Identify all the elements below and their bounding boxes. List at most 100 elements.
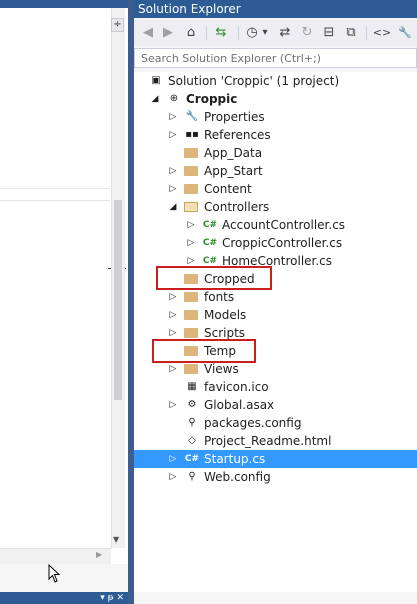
expand-arrow-icon[interactable]: ▷ [168,306,178,324]
editor-pane: ÷ ▼ ▶ ▾ ᵽ ✕ [0,0,128,604]
tree-item[interactable]: ◇ Project_Readme.html [134,432,417,450]
tree-item-label: References [204,128,271,142]
tree-item-label: CroppicController.cs [222,236,343,250]
split-editor-button[interactable]: ÷ [111,18,124,32]
tree-item-label: Models [204,308,247,322]
editor-divider [0,188,110,189]
tree-item-label: App_Data [204,146,263,160]
solution-icon: ▣ [151,75,161,86]
expand-arrow-icon[interactable]: ▷ [168,450,178,468]
tree-item-label: Controllers [204,200,270,214]
tree-item[interactable]: ▷ ⚲ Web.config [134,468,417,486]
tree-item[interactable]: ◢ ⊕ Croppic [134,90,417,108]
back-icon[interactable]: ◀ [140,24,156,42]
tree-item[interactable]: ▷ App_Start [134,162,417,180]
chevron-down-icon[interactable]: ▾ [260,24,270,42]
collapse-arrow-icon[interactable]: ◢ [168,198,178,216]
tree-item-label: Views [204,362,239,376]
tree-item[interactable]: ▷ ▪▪ References [134,126,417,144]
csharp-file-icon: C# [202,220,218,230]
tree-item[interactable]: ▷ C# AccountController.cs [134,216,417,234]
tree-item[interactable]: ▷ fonts [134,288,417,306]
folder-open-icon [184,202,198,212]
tree-item[interactable]: ▷ C# CroppicController.cs [134,234,417,252]
tree-item-label: Project_Readme.html [204,434,332,448]
tree-item[interactable]: App_Data [134,144,417,162]
tool-window-header: ▾ ᵽ ✕ [0,592,128,604]
editor-tab-strip [0,0,128,8]
mouse-cursor-icon [48,564,61,583]
folder-icon [184,364,198,374]
tree-item[interactable]: ⚲ packages.config [134,414,417,432]
wrench-icon[interactable]: 🔧 [396,24,414,42]
expand-arrow-icon[interactable]: ▷ [186,216,196,234]
tree-item-label: App_Start [204,164,263,178]
tree-item-label: Global.asax [204,398,275,412]
tree-item-label: packages.config [204,416,302,430]
tree-item[interactable]: ▷ Content [134,180,417,198]
expand-arrow-icon[interactable]: ▷ [168,288,178,306]
wrench-icon: 🔧 [185,111,199,122]
tree-item[interactable]: ▷ C# Startup.cs [134,450,417,468]
config-file-icon: ⚲ [188,471,196,482]
editor-horizontal-scrollbar[interactable] [0,548,111,564]
copy-icon[interactable]: ⧉ [342,24,360,42]
scroll-right-icon[interactable]: ▶ [96,550,102,559]
config-file-icon: ⚲ [188,417,196,428]
panel-title: Solution Explorer [134,0,417,18]
search-box [134,48,417,68]
tree-item-label: Web.config [204,470,271,484]
toolbar-separator [366,26,367,40]
expand-arrow-icon[interactable]: ▷ [168,468,178,486]
tree-item-label: Croppic [186,92,238,106]
tree-item-label: Startup.cs [204,452,266,466]
html-file-icon: ◇ [188,435,196,446]
window-controls[interactable]: ▾ ᵽ ✕ [100,593,124,603]
toolbar-separator [206,26,207,40]
home-icon[interactable]: ⌂ [182,24,200,42]
csharp-file-icon: C# [202,238,218,248]
forward-icon[interactable]: ▶ [160,24,176,42]
tree-item-label: Content [204,182,252,196]
expand-arrow-icon[interactable]: ▷ [186,234,196,252]
tree-item[interactable]: ▷ ⚙ Global.asax [134,396,417,414]
expand-arrow-icon[interactable]: ▷ [168,396,178,414]
csharp-file-icon: C# [184,454,200,464]
tree-item[interactable]: ▷ 🔧 Properties [134,108,417,126]
expand-arrow-icon[interactable]: ▷ [168,360,178,378]
expand-arrow-icon[interactable]: ▷ [168,108,178,126]
image-file-icon: ▦ [187,381,197,392]
tree-item-label: Properties [204,110,265,124]
tree-item[interactable]: ▷ Models [134,306,417,324]
folder-icon [184,292,198,302]
folder-icon [184,328,198,338]
folder-icon [184,166,198,176]
search-input[interactable] [135,49,387,67]
solution-tree: ▣ Solution 'Croppic' (1 project) ◢ ⊕ Croppic… [134,72,417,592]
output-area [0,564,128,592]
tree-item-label: Solution 'Croppic' (1 project) [168,74,340,88]
folder-icon [184,148,198,158]
tree-item[interactable]: ▷ Views [134,360,417,378]
collapse-arrow-icon[interactable]: ◢ [150,90,160,108]
tree-item-label: fonts [204,290,235,304]
swap-icon[interactable]: ⇄ [276,24,294,42]
tree-item[interactable]: ▦ favicon.ico [134,378,417,396]
sync-icon[interactable]: ⇆ [212,24,230,42]
expand-arrow-icon[interactable]: ▷ [168,180,178,198]
editor-divider [0,200,110,201]
gear-file-icon: ⚙ [187,399,197,410]
collapse-all-icon[interactable]: ⊟ [320,24,338,42]
code-icon[interactable]: <> [372,24,392,42]
editor-scroll-thumb[interactable] [114,200,122,400]
folder-icon [184,310,198,320]
expand-arrow-icon[interactable]: ▷ [168,162,178,180]
tree-item[interactable]: ▣ Solution 'Croppic' (1 project) [134,72,417,90]
history-icon[interactable]: ◷ [244,24,260,42]
tree-item[interactable]: ◢ Controllers [134,198,417,216]
scroll-down-icon[interactable]: ▼ [113,535,119,544]
globe-project-icon: ⊕ [169,93,179,104]
tree-item-label: favicon.ico [204,380,269,394]
refresh-icon[interactable]: ↻ [298,24,316,42]
expand-arrow-icon[interactable]: ▷ [168,126,178,144]
